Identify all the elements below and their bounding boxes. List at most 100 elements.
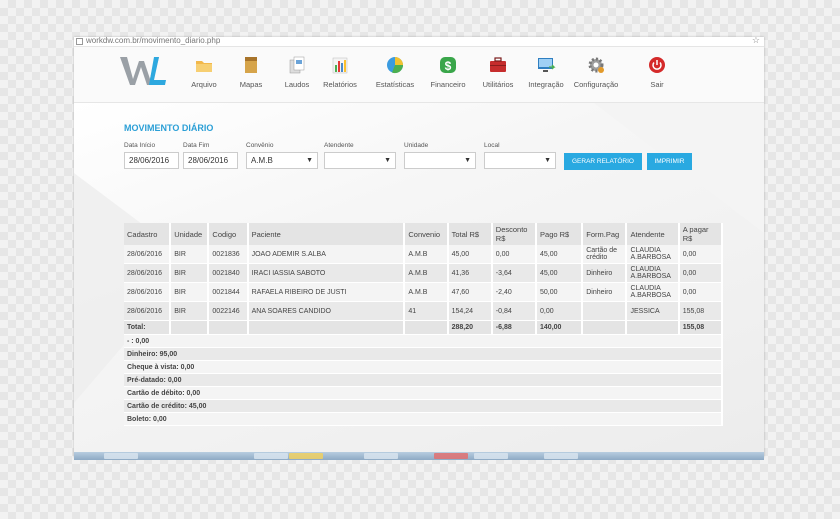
browser-window: workdw.com.br/movimento_diario.php ☆ Arq… <box>74 37 764 457</box>
table-cell: 28/06/2016 <box>124 301 172 321</box>
taskbar-app[interactable] <box>544 453 578 459</box>
taskbar-app[interactable] <box>364 453 398 459</box>
table-row[interactable]: 28/06/2016 BIR 0021840 IRACI IASSIA SABOTO A… <box>124 263 724 283</box>
summary-row: Boleto: 0,00 <box>124 412 723 426</box>
table-cell: 0021844 <box>208 282 249 302</box>
table-cell: IRACI IASSIA SABOTO <box>247 263 406 283</box>
column-header: Total R$ <box>447 223 493 245</box>
table-cell: 45,00 <box>536 245 584 264</box>
data-inicio-input[interactable]: 28/06/2016 <box>124 152 179 169</box>
nav-item-configuracao[interactable]: Configuração <box>571 55 621 89</box>
star-icon[interactable]: ☆ <box>752 37 760 46</box>
taskbar-app[interactable] <box>474 453 508 459</box>
unidade-label: Unidade <box>404 142 429 149</box>
imprimir-button[interactable]: IMPRIMIR <box>647 153 692 170</box>
table-cell: 0022146 <box>208 301 249 321</box>
summary-row: Cheque à vista: 0,00 <box>124 360 723 374</box>
nav-item-label: Arquivo <box>191 80 217 89</box>
table-cell: JOAO ADEMIR S.ALBA <box>247 245 406 264</box>
table-cell: BIR <box>170 301 210 321</box>
nav-item-estatisticas[interactable]: Estatísticas <box>370 55 420 89</box>
nav-item-utilitarios[interactable]: Utilitários <box>473 55 523 89</box>
documents-icon <box>289 56 305 74</box>
nav-item-label: Mapas <box>239 80 263 89</box>
table-cell: BIR <box>170 282 210 302</box>
nav-item-arquivo[interactable]: Arquivo <box>179 55 229 89</box>
dropdown-arrow-icon: ▼ <box>464 157 471 164</box>
local-label: Local <box>484 142 500 149</box>
table-cell: 41 <box>404 301 449 321</box>
table-cell: BIR <box>170 245 210 264</box>
folder-icon <box>196 61 212 72</box>
convenio-select[interactable]: A.M.B ▼ <box>246 152 318 169</box>
taskbar <box>74 452 764 460</box>
local-select[interactable]: ▼ <box>484 152 556 169</box>
dropdown-arrow-icon: ▼ <box>384 157 391 164</box>
summary-text: Cartão de débito: 0,00 <box>124 386 723 400</box>
dropdown-arrow-icon: ▼ <box>306 157 313 164</box>
nav-item-sair[interactable]: Sair <box>632 55 682 89</box>
convenio-value: A.M.B <box>251 156 273 165</box>
total-row: Total: 288,20 -6,88 140,00 155,08 <box>124 320 724 335</box>
atendente-select[interactable]: ▼ <box>324 152 396 169</box>
table-cell: 155,08 <box>678 301 724 321</box>
table-cell: 0021840 <box>208 263 249 283</box>
address-bar[interactable]: workdw.com.br/movimento_diario.php ☆ <box>74 37 764 47</box>
nav-item-label: Financeiro <box>430 80 466 89</box>
table-cell: A.M.B <box>404 263 449 283</box>
nav-item-label: Integração <box>528 80 564 89</box>
taskbar-app[interactable] <box>254 453 288 459</box>
table-cell: A.M.B <box>404 282 449 302</box>
gerar-relatorio-button[interactable]: GERAR RELATÓRIO <box>564 153 642 170</box>
column-header: Form.Pag <box>582 223 628 245</box>
summary-text: Boleto: 0,00 <box>124 412 723 426</box>
table-row[interactable]: 28/06/2016 BIR 0021844 RAFAELA RIBEIRO DE J… <box>124 282 724 302</box>
table-cell: 41,36 <box>447 263 493 283</box>
atendente-label: Atendente <box>324 142 354 149</box>
table-row[interactable]: 28/06/2016 BIR 0022146 ANA SOARES CANDIDO 41… <box>124 301 724 321</box>
summary-row: Dinheiro: 95,00 <box>124 347 723 361</box>
total-cell <box>626 320 680 335</box>
nav-item-integracao[interactable]: Integração <box>521 55 571 89</box>
summary-text: Cartão de crédito: 45,00 <box>124 399 723 413</box>
column-header: Desconto R$ <box>491 223 538 245</box>
table-cell: 28/06/2016 <box>124 282 172 302</box>
table-cell: 0,00 <box>536 301 584 321</box>
table-cell: Dinheiro <box>582 282 628 302</box>
main-content: MOVIMENTO DIÁRIO Data Início 28/06/2016 … <box>74 103 764 457</box>
table-cell: 28/06/2016 <box>124 263 172 283</box>
column-header: Pago R$ <box>536 223 584 245</box>
total-cell <box>404 320 449 335</box>
summary-text: Dinheiro: 95,00 <box>124 347 723 361</box>
taskbar-app[interactable] <box>434 453 468 459</box>
table-cell: -2,40 <box>491 282 538 302</box>
total-cell <box>582 320 628 335</box>
summary-row: Cartão de crédito: 45,00 <box>124 399 723 413</box>
summary-text: - : 0,00 <box>124 334 723 348</box>
column-header: Atendente <box>626 223 680 245</box>
nav-item-financeiro[interactable]: $ Financeiro <box>423 55 473 89</box>
table-cell: RAFAELA RIBEIRO DE JUSTI <box>247 282 406 302</box>
table-cell: Cartão de crédito <box>582 245 628 264</box>
toolbox-icon <box>490 57 506 72</box>
power-icon <box>649 57 665 73</box>
taskbar-app[interactable] <box>289 453 323 459</box>
table-cell: 0,00 <box>678 282 724 302</box>
column-header: Convenio <box>404 223 449 245</box>
total-cell: 140,00 <box>536 320 584 335</box>
summary-row: Pré-datado: 0,00 <box>124 373 723 387</box>
unidade-select[interactable]: ▼ <box>404 152 476 169</box>
table-cell: 154,24 <box>447 301 493 321</box>
column-header: A pagar R$ <box>678 223 724 245</box>
data-inicio-label: Data Início <box>124 142 156 149</box>
data-fim-input[interactable]: 28/06/2016 <box>183 152 238 169</box>
nav-item-relatorios[interactable]: Relatórios <box>315 55 365 89</box>
movimento-table: Cadastro Unidade Codigo Paciente Convenio Tot… <box>124 223 724 426</box>
summary-text: Cheque à vista: 0,00 <box>124 360 723 374</box>
taskbar-app[interactable] <box>104 453 138 459</box>
column-header: Paciente <box>247 223 406 245</box>
nav-item-mapas[interactable]: Mapas <box>226 55 276 89</box>
table-row[interactable]: 28/06/2016 BIR 0021836 JOAO ADEMIR S.ALBA A.… <box>124 245 724 264</box>
url-text: workdw.com.br/movimento_diario.php <box>86 37 221 45</box>
map-icon <box>245 57 257 73</box>
